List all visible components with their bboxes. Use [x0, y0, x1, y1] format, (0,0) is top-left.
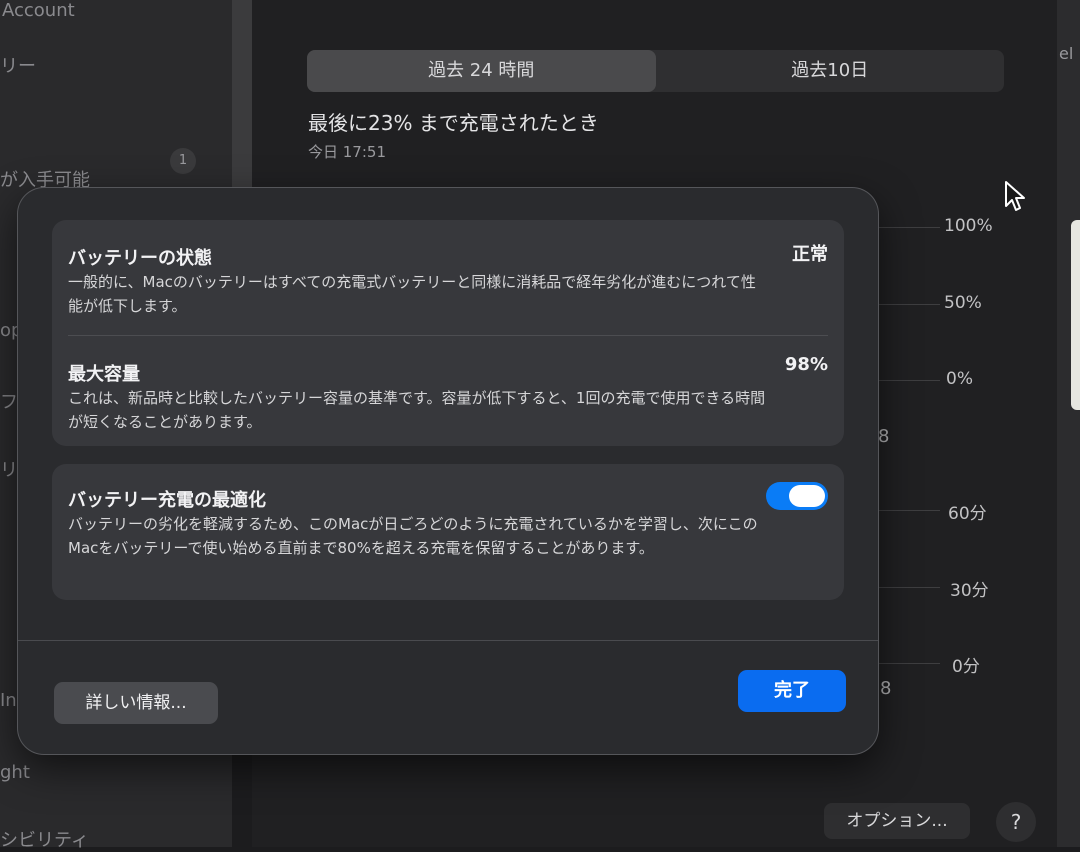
max-capacity-description: これは、新品時と比較したバッテリー容量の基準です。容量が低下すると、1回の充電で… — [68, 389, 766, 431]
sidebar-item[interactable]: In — [0, 690, 17, 711]
max-capacity-value: 98% — [784, 354, 828, 375]
gridline — [878, 510, 940, 511]
update-count-badge: 1 — [170, 148, 196, 174]
usage-axis-label: 30分 — [950, 581, 989, 601]
optimized-charging-group: バッテリー充電の最適化 バッテリーの劣化を軽減するため、このMacが日ごろどのよ… — [52, 464, 844, 600]
done-button[interactable]: 完了 — [738, 670, 846, 712]
tab-last-10-days[interactable]: 過去10日 — [656, 50, 1005, 92]
chart-axis-digit: 8 — [880, 678, 892, 699]
optimized-charging-description: バッテリーの劣化を軽減するため、このMacが日ごろどのように充電されているかを学… — [68, 515, 758, 557]
optimized-charging-title: バッテリー充電の最適化 — [68, 490, 266, 511]
battery-status-title: バッテリーの状態 — [68, 248, 212, 269]
window-divider — [232, 0, 252, 190]
chart-axis-digit: 8 — [878, 426, 890, 447]
level-axis-label: 0% — [946, 369, 973, 389]
history-range-segmented-control[interactable]: 過去 24 時間 過去10日 — [307, 50, 1004, 92]
gridline — [878, 304, 940, 305]
battery-info-group: バッテリーの状態 正常 一般的に、Macのバッテリーはすべての充電式バッテリーと… — [52, 220, 844, 446]
row-divider — [68, 335, 828, 336]
sidebar-item[interactable]: ght — [0, 762, 30, 783]
last-charge-time: 今日 17:51 — [308, 143, 386, 161]
level-axis-label: 50% — [944, 293, 982, 313]
sidebar-item[interactable]: リ — [0, 456, 18, 482]
options-button[interactable]: オプション... — [824, 803, 970, 839]
sidebar-item-accessibility[interactable]: シビリティ — [0, 826, 89, 852]
optimized-charging-toggle[interactable] — [766, 482, 828, 510]
battery-status-value: 正常 — [792, 244, 828, 265]
adjacent-window-card — [1071, 220, 1080, 410]
battery-health-sheet: バッテリーの状態 正常 一般的に、Macのバッテリーはすべての充電式バッテリーと… — [18, 188, 878, 754]
usage-axis-label: 0分 — [952, 657, 980, 677]
gridline — [878, 227, 940, 228]
sidebar-item[interactable]: フ — [0, 388, 18, 414]
last-charge-heading: 最後に23% まで充電されたとき — [308, 111, 599, 135]
toggle-knob — [789, 485, 825, 507]
mouse-pointer-icon — [1005, 181, 1025, 211]
adjacent-window-label: el — [1059, 44, 1074, 63]
tab-last-24-hours[interactable]: 過去 24 時間 — [307, 50, 656, 92]
sidebar-item-account[interactable]: Account — [2, 0, 75, 21]
gridline — [878, 587, 940, 588]
max-capacity-title: 最大容量 — [68, 364, 140, 385]
usage-axis-label: 60分 — [948, 504, 987, 524]
gridline — [878, 663, 940, 664]
sidebar-item[interactable]: リー — [0, 52, 36, 78]
help-button[interactable]: ? — [996, 802, 1036, 842]
gridline — [878, 380, 940, 381]
battery-status-description: 一般的に、Macのバッテリーはすべての充電式バッテリーと同様に消耗品で経年劣化が… — [68, 273, 756, 315]
level-axis-label: 100% — [944, 216, 993, 236]
more-info-button[interactable]: 詳しい情報... — [54, 682, 218, 724]
footer-divider — [18, 640, 878, 641]
adjacent-window: el — [1057, 0, 1080, 847]
